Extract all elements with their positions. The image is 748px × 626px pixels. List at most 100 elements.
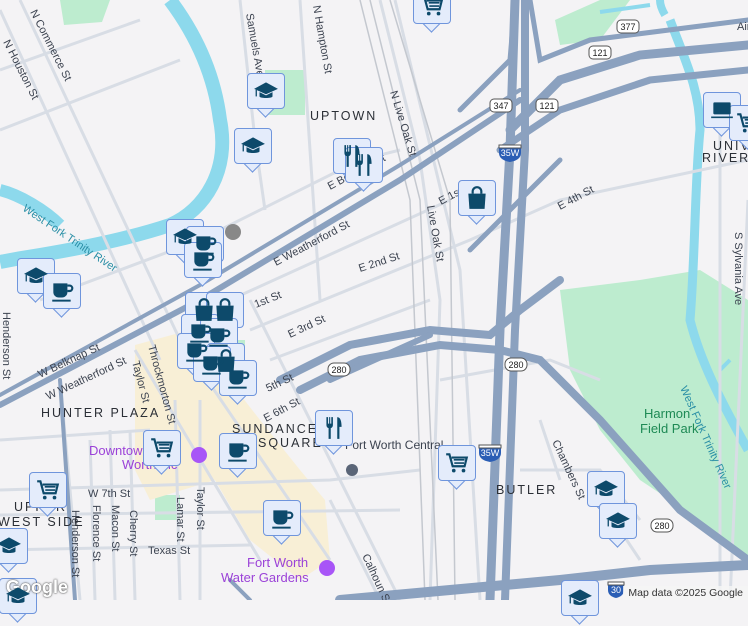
restaurant-icon: [351, 152, 377, 178]
shopping-cart-icon: [444, 450, 470, 476]
restaurant-icon: [321, 415, 347, 441]
map-pin-grad[interactable]: [599, 503, 637, 549]
fort-worth-central-label[interactable]: Fort Worth Central: [345, 438, 443, 452]
svg-text:E 4th St: E 4th St: [556, 184, 596, 213]
graduation-cap-icon: [253, 78, 279, 104]
graduation-cap-icon: [23, 263, 49, 289]
map-pin-coffee[interactable]: [219, 360, 257, 406]
svg-text:35W: 35W: [501, 148, 520, 158]
map-pin-cart[interactable]: [143, 430, 181, 476]
map-pin-cart[interactable]: [29, 472, 67, 518]
camera-icon[interactable]: [191, 447, 207, 463]
coffee-icon: [269, 505, 295, 531]
svg-text:1st St: 1st St: [253, 289, 284, 311]
svg-text:30: 30: [611, 585, 621, 595]
map-pin-coffee[interactable]: [263, 500, 301, 546]
graduation-cap-icon: [593, 476, 619, 502]
map-pin-cart[interactable]: [438, 445, 476, 491]
shopping-cart-icon: [149, 435, 175, 461]
pin-body: [458, 180, 496, 216]
coffee-icon: [225, 365, 251, 391]
svg-text:121: 121: [539, 101, 554, 111]
svg-text:Florence St: Florence St: [90, 505, 102, 561]
map-pin-grad[interactable]: [561, 580, 599, 626]
svg-text:S Sylvania Ave: S Sylvania Ave: [732, 232, 744, 305]
pin-body: [345, 147, 383, 183]
svg-text:280: 280: [654, 521, 669, 531]
svg-text:Water Gardens[interactable]: Water Gardens: [221, 570, 309, 585]
map-pin-grad[interactable]: [0, 528, 28, 574]
train-station-icon[interactable]: [346, 464, 358, 476]
graduation-cap-icon: [567, 585, 593, 611]
svg-text:HUNTER PLAZA: HUNTER PLAZA: [41, 406, 160, 420]
shopping-cart-icon: [35, 477, 61, 503]
svg-text:RIVERSIDE: RIVERSIDE: [702, 151, 748, 165]
svg-text:N Live Oak St: N Live Oak St: [387, 89, 418, 157]
water-gardens-label[interactable]: Fort Worth: [247, 555, 308, 570]
svg-text:Macon St: Macon St: [109, 505, 121, 551]
coffee-icon: [225, 438, 251, 464]
svg-text:347: 347: [493, 101, 508, 111]
school-icon[interactable]: [225, 224, 241, 240]
svg-text:Field Park: Field Park: [640, 421, 699, 436]
graduation-cap-icon: [605, 508, 631, 534]
pin-body: [599, 503, 637, 539]
coffee-icon: [49, 278, 75, 304]
map-pin-cart[interactable]: [413, 0, 451, 34]
graduation-cap-icon: [5, 583, 31, 609]
svg-text:Cherry St: Cherry St: [127, 510, 139, 556]
svg-text:E 3rd St: E 3rd St: [286, 313, 327, 341]
svg-text:280: 280: [508, 360, 523, 370]
svg-text:377: 377: [620, 22, 635, 32]
svg-text:121: 121: [592, 48, 607, 58]
map-pin-grad[interactable]: [247, 73, 285, 119]
svg-text:Lamar St: Lamar St: [174, 497, 186, 542]
svg-text:Airport Fwy: Airport Fwy: [737, 21, 748, 33]
map-attribution[interactable]: Map data ©2025 Google: [623, 586, 748, 600]
camera-icon[interactable]: [319, 560, 335, 576]
svg-text:E 6th St: E 6th St: [262, 396, 302, 425]
svg-text:SQUARE: SQUARE: [258, 436, 323, 450]
pin-body: [219, 360, 257, 396]
map-pin-grad[interactable]: [234, 128, 272, 174]
pin-body: [247, 73, 285, 109]
map-pin-bag[interactable]: [458, 180, 496, 226]
svg-text:Texas St: Texas St: [148, 545, 190, 557]
svg-text:BUTLER: BUTLER: [496, 483, 557, 497]
pin-body: [438, 445, 476, 481]
laptop-icon: [709, 97, 735, 123]
pin-body: [315, 410, 353, 446]
shopping-cart-icon: [419, 0, 445, 19]
pin-body: [234, 128, 272, 164]
shopping-bag-icon: [212, 297, 238, 323]
svg-text:N Hampton St: N Hampton St: [310, 4, 334, 74]
svg-text:N Houston St: N Houston St: [0, 38, 40, 102]
shopping-cart-icon: [735, 110, 748, 136]
pin-body: [29, 472, 67, 508]
svg-text:Taylor St: Taylor St: [194, 487, 206, 530]
graduation-cap-icon: [240, 133, 266, 159]
map-pin-coffee[interactable]: [43, 273, 81, 319]
svg-text:E Weatherford St: E Weatherford St: [272, 219, 352, 269]
map-pin-fork[interactable]: [345, 147, 383, 193]
graduation-cap-icon: [0, 533, 22, 559]
pin-body: [413, 0, 451, 24]
pin-body: [561, 580, 599, 616]
coffee-icon: [206, 323, 232, 349]
pin-body: [0, 528, 28, 564]
shopping-bag-icon: [464, 185, 490, 211]
svg-text:Harmon: Harmon: [644, 406, 690, 421]
pin-body: [263, 500, 301, 536]
map-pin-coffee[interactable]: [219, 433, 257, 479]
svg-text:W 7th St: W 7th St: [88, 488, 130, 500]
coffee-icon: [199, 351, 225, 377]
pin-body: [43, 273, 81, 309]
svg-text:Henderson St: Henderson St: [0, 312, 12, 379]
svg-text:280: 280: [331, 365, 346, 375]
svg-text:Live Oak St: Live Oak St: [424, 204, 446, 262]
svg-text:UPTOWN: UPTOWN: [310, 109, 377, 123]
svg-text:5th St: 5th St: [264, 372, 295, 395]
map-pin-fork[interactable]: [315, 410, 353, 456]
pin-body: [143, 430, 181, 466]
coffee-icon: [190, 247, 216, 273]
